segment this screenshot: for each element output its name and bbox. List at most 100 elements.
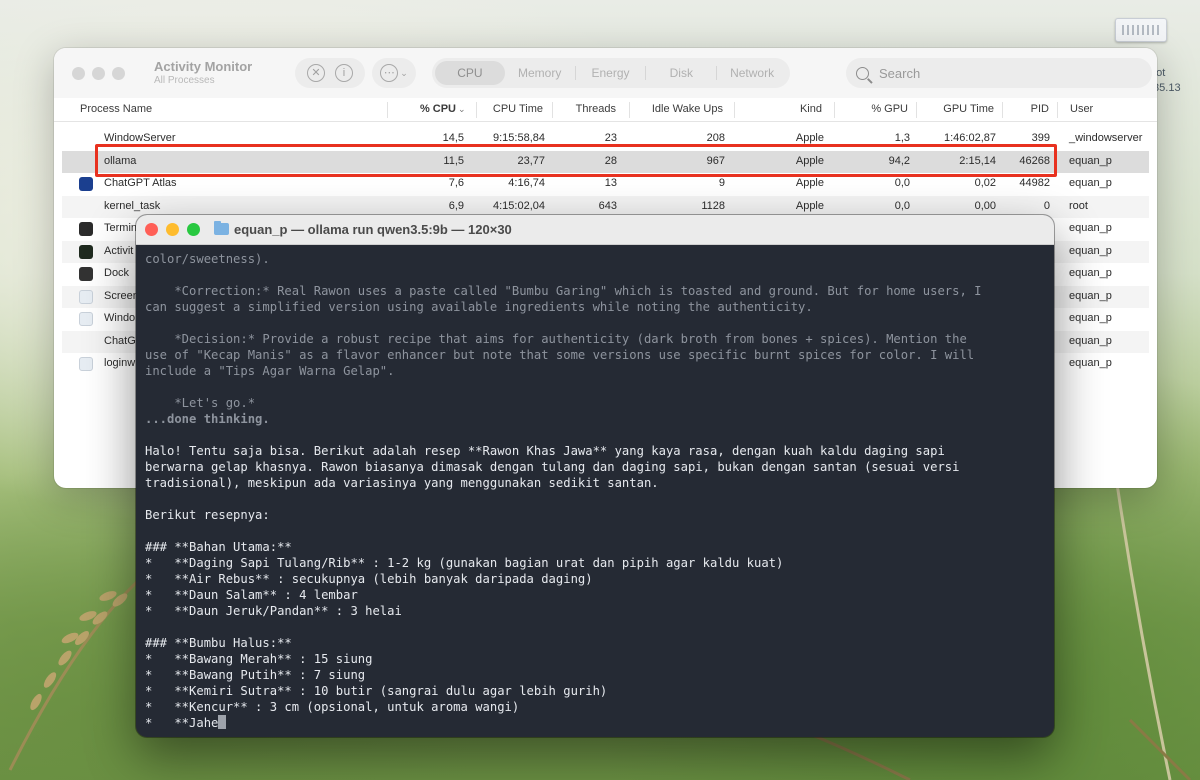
col-process-name[interactable]: Process Name [80, 103, 152, 115]
wheat-stalk-bottom [800, 730, 911, 780]
terminal-line: berwarna gelap khasnya. Rawon biasanya d… [145, 459, 1040, 475]
terminal-line-text: color/sweetness). [145, 252, 270, 266]
window-title: Activity Monitor [154, 59, 253, 74]
gpu-time-value: 0,00 [974, 199, 996, 212]
terminal-line-text: * **Jahe [145, 716, 219, 730]
tab-memory[interactable]: Memory [505, 61, 575, 85]
wheat-stalk-left [8, 568, 150, 771]
col-cpu[interactable]: % CPU [394, 103, 456, 115]
loginwindow-icon [79, 357, 93, 371]
search-icon [856, 66, 869, 80]
col-kind[interactable]: Kind [754, 103, 822, 115]
more-options-icon[interactable]: ⋯ [380, 64, 399, 82]
terminal-line: * **Jahe [145, 715, 1040, 731]
tab-disk[interactable]: Disk [646, 61, 716, 85]
close-button[interactable] [145, 223, 158, 236]
column-divider [916, 102, 917, 118]
process-name: ChatG [104, 334, 136, 347]
minimize-button[interactable] [92, 67, 105, 80]
pid-value: 399 [1031, 132, 1050, 144]
chevron-down-icon[interactable]: ⌄ [400, 68, 408, 79]
gpu-time-value: 0,02 [974, 177, 996, 189]
user-value: equan_p [1069, 267, 1112, 279]
more-actions-group: ⋯ ⌄ [372, 58, 416, 88]
tab-bar: CPU Memory Energy Disk Network [432, 58, 790, 88]
gpu-time-value: 1:46:02,87 [944, 132, 996, 144]
kind-value: Apple [795, 177, 824, 189]
col-threads[interactable]: Threads [559, 103, 616, 115]
process-actions-group: ✕ i [295, 58, 365, 88]
text-cursor [218, 715, 227, 729]
process-name: Windo [104, 312, 136, 324]
col-idle-wake-ups[interactable]: Idle Wake Ups [639, 103, 723, 115]
col-gpu-time[interactable]: GPU Time [920, 103, 994, 115]
terminal-line-text: ...done thinking. [145, 412, 270, 426]
pid-value: 44982 [1019, 177, 1050, 189]
terminal-line-text: * **Bawang Merah** : 15 siung [145, 652, 373, 666]
gpu-value: 1,3 [894, 132, 910, 144]
terminal-line-text: * **Daun Salam** : 4 lembar [145, 588, 358, 602]
process-name: WindowServer [104, 132, 176, 144]
kind-value: Apple [795, 132, 824, 144]
terminal-line-text: Berikut resepnya: [145, 508, 270, 522]
tab-energy[interactable]: Energy [576, 61, 646, 85]
close-button[interactable] [72, 67, 85, 80]
terminal-line: *Correction:* Real Rawon uses a paste ca… [145, 283, 1040, 299]
terminal-line: Halo! Tentu saja bisa. Berikut adalah re… [145, 443, 1040, 459]
terminal-line-text: *Correction:* Real Rawon uses a paste ca… [145, 284, 982, 298]
user-value: equan_p [1069, 312, 1112, 324]
terminal-line: * **Daun Salam** : 4 lembar [145, 587, 1040, 603]
terminal-line: * **Kencur** : 3 cm (opsional, untuk aro… [145, 699, 1040, 715]
col-cpu-time[interactable]: CPU Time [484, 103, 543, 115]
search-field[interactable]: Search [846, 58, 1152, 88]
terminal-line-text: berwarna gelap khasnya. Rawon biasanya d… [145, 460, 960, 474]
idle-value: 9 [718, 177, 725, 189]
process-name: Dock [104, 267, 130, 279]
terminal-line: ...done thinking. [145, 411, 1040, 427]
tab-network[interactable]: Network [717, 61, 787, 85]
minimize-button[interactable] [166, 223, 179, 236]
window-subtitle: All Processes [154, 75, 215, 86]
terminal-line-text: ### **Bahan Utama:** [145, 540, 292, 554]
user-value: root [1069, 199, 1088, 212]
process-name: ChatGPT Atlas [104, 177, 177, 189]
process-name: kernel_task [104, 199, 161, 212]
info-icon[interactable]: i [335, 64, 353, 82]
chatgpt-atlas-icon [79, 177, 93, 191]
terminal-line: can suggest a simplified version using a… [145, 299, 1040, 315]
activity-monitor-toolbar: Activity Monitor All Processes ✕ i ⋯ ⌄ C… [54, 48, 1157, 98]
desktop-file-icon[interactable] [1115, 18, 1167, 42]
zoom-button[interactable] [112, 67, 125, 80]
user-value: _windowserver [1069, 132, 1143, 144]
col-gpu[interactable]: % GPU [844, 103, 908, 115]
terminal-output[interactable]: color/sweetness). *Correction:* Real Raw… [145, 251, 1040, 737]
sort-descending-icon[interactable]: ⌄ [458, 104, 466, 115]
col-user[interactable]: User [1070, 103, 1093, 115]
column-divider [629, 102, 630, 118]
threads-value: 13 [604, 177, 617, 189]
terminal-line: ### **Bahan Utama:** [145, 539, 1040, 555]
zoom-button[interactable] [187, 223, 200, 236]
folder-icon [214, 221, 229, 235]
dock-icon [79, 267, 93, 281]
terminal-line: Berikut resepnya: [145, 507, 1040, 523]
terminal-line: tradisional), meskipun ada variasinya ya… [145, 475, 1040, 491]
user-value: equan_p [1069, 289, 1112, 302]
terminal-line-text: use of "Kecap Manis" as a flavor enhance… [145, 348, 975, 362]
terminal-line-text: ### **Bumbu Halus:** [145, 636, 292, 650]
process-name: Screen [104, 289, 139, 302]
terminal-line-text: Halo! Tentu saja bisa. Berikut adalah re… [145, 444, 945, 458]
search-placeholder: Search [879, 65, 921, 81]
user-value: equan_p [1069, 177, 1112, 189]
col-pid[interactable]: PID [1009, 103, 1049, 115]
column-divider [476, 102, 477, 118]
user-value: equan_p [1069, 334, 1112, 347]
cpu-time-value: 9:15:58,84 [493, 132, 545, 144]
stop-process-icon[interactable]: ✕ [307, 64, 325, 82]
column-divider [552, 102, 553, 118]
idle-value: 1128 [701, 199, 725, 212]
user-value: equan_p [1069, 222, 1112, 234]
tab-cpu[interactable]: CPU [435, 61, 505, 85]
